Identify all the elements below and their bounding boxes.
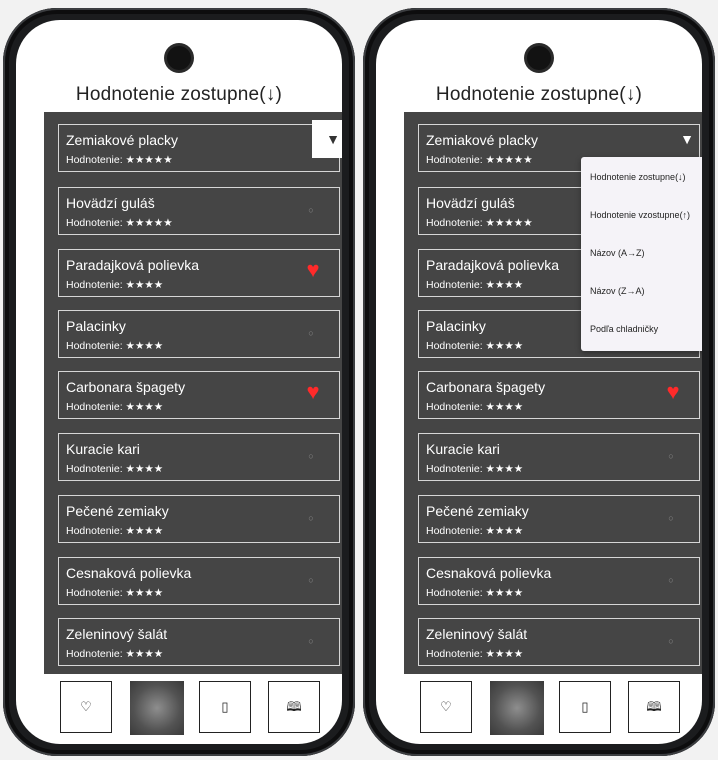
sort-option-fridge[interactable]: Podľa chladničky <box>590 324 658 334</box>
recipe-rating: Hodnotenie: ★★★★ <box>66 587 164 599</box>
sort-option-name-asc[interactable]: Názov (A→Z) <box>590 248 645 258</box>
sort-option-rating-asc[interactable]: Hodnotenie vzostupne(↑) <box>590 210 690 220</box>
recipe-name: Kuracie kari <box>426 441 500 457</box>
list-item[interactable]: Cesnaková polievka Hodnotenie: ★★★★ ○ <box>418 557 700 605</box>
recipe-rating: Hodnotenie: ★★★★ <box>426 525 524 537</box>
fridge-icon: ▯ <box>221 699 229 714</box>
app-screen-right: Hodnotenie zostupne(↓) Zemiakové placky … <box>376 20 702 744</box>
fridge-button[interactable]: ▯ <box>199 681 251 733</box>
list-item[interactable]: Zemiakové placky Hodnotenie: ★★★★★ <box>58 124 340 172</box>
list-item[interactable]: Zeleninový šalát Hodnotenie: ★★★★ ○ <box>58 618 340 666</box>
favorites-button[interactable]: ♡ <box>420 681 472 733</box>
recipe-name: Kuracie kari <box>66 441 140 457</box>
phone-frame-right: Hodnotenie zostupne(↓) Zemiakové placky … <box>363 8 715 756</box>
recipe-name: Zeleninový šalát <box>66 626 168 642</box>
recipe-name: Palacinky <box>66 318 126 334</box>
heart-icon[interactable]: ♥ <box>665 381 681 403</box>
recipe-name: Carbonara špagety <box>66 379 186 395</box>
heart-outline-icon: ♡ <box>80 699 92 714</box>
circle-icon[interactable]: ○ <box>663 448 679 464</box>
recipe-name: Hovädzí guláš <box>426 195 515 211</box>
recipe-name: Cesnaková polievka <box>426 565 552 581</box>
recipe-name: Cesnaková polievka <box>66 565 192 581</box>
recipe-name: Zeleninový šalát <box>426 626 528 642</box>
circle-icon[interactable]: ○ <box>303 448 319 464</box>
camera-notch <box>167 46 191 70</box>
circle-icon[interactable]: ○ <box>663 510 679 526</box>
phone-frame-left: Hodnotenie zostupne(↓) Zemiakové placky … <box>3 8 355 756</box>
recipe-rating: Hodnotenie: ★★★★ <box>426 279 524 291</box>
circle-icon[interactable]: ○ <box>303 202 319 218</box>
list-item[interactable]: Cesnaková polievka Hodnotenie: ★★★★ ○ <box>58 557 340 605</box>
list-item[interactable]: Paradajková polievka Hodnotenie: ★★★★ ♥ <box>58 249 340 297</box>
favorites-button[interactable]: ♡ <box>60 681 112 733</box>
app-screen-left: Hodnotenie zostupne(↓) Zemiakové placky … <box>16 20 342 744</box>
camera-notch <box>527 46 551 70</box>
recipe-rating: Hodnotenie: ★★★★ <box>66 279 164 291</box>
book-icon: 🕮 <box>646 699 662 714</box>
sort-option-rating-desc[interactable]: Hodnotenie zostupne(↓) <box>590 172 686 182</box>
bottom-nav: ♡ ▯ 🕮 <box>376 681 702 737</box>
list-item[interactable]: Pečené zemiaky Hodnotenie: ★★★★ ○ <box>58 495 340 543</box>
recipe-name: Paradajková polievka <box>66 257 200 273</box>
filter-icon[interactable]: ▼ <box>312 120 342 158</box>
sort-dropdown-menu: Hodnotenie zostupne(↓) Hodnotenie vzostu… <box>581 157 702 351</box>
recipe-rating: Hodnotenie: ★★★★★ <box>426 217 533 229</box>
fridge-button[interactable]: ▯ <box>559 681 611 733</box>
list-item[interactable]: Carbonara špagety Hodnotenie: ★★★★ ♥ <box>58 371 340 419</box>
recipe-name: Zemiakové placky <box>426 132 539 148</box>
circle-icon[interactable]: ○ <box>303 633 319 649</box>
recipe-rating: Hodnotenie: ★★★★ <box>426 463 524 475</box>
recipe-name: Paradajková polievka <box>426 257 560 273</box>
list-item[interactable]: Palacinky Hodnotenie: ★★★★ ○ <box>58 310 340 358</box>
filter-icon[interactable]: ▼ <box>666 120 702 158</box>
list-item[interactable]: Carbonara špagety Hodnotenie: ★★★★ ♥ <box>418 371 700 419</box>
circle-icon[interactable]: ○ <box>303 572 319 588</box>
recipe-rating: Hodnotenie: ★★★★ <box>426 401 524 413</box>
circle-icon[interactable]: ○ <box>663 572 679 588</box>
bottom-nav: ♡ ▯ 🕮 <box>16 681 342 737</box>
book-icon: 🕮 <box>286 699 302 714</box>
avatar-button[interactable] <box>130 681 184 735</box>
recipe-rating: Hodnotenie: ★★★★ <box>66 463 164 475</box>
list-item[interactable]: Kuracie kari Hodnotenie: ★★★★ ○ <box>58 433 340 481</box>
page-title: Hodnotenie zostupne(↓) <box>75 84 283 105</box>
heart-outline-icon: ♡ <box>440 699 452 714</box>
sort-option-name-desc[interactable]: Názov (Z→A) <box>590 286 645 296</box>
page-title: Hodnotenie zostupne(↓) <box>435 84 643 105</box>
recipe-rating: Hodnotenie: ★★★★ <box>66 648 164 660</box>
list-item[interactable]: Kuracie kari Hodnotenie: ★★★★ ○ <box>418 433 700 481</box>
fridge-icon: ▯ <box>581 699 589 714</box>
list-item[interactable]: Pečené zemiaky Hodnotenie: ★★★★ ○ <box>418 495 700 543</box>
heart-icon[interactable]: ♥ <box>305 259 321 281</box>
recipe-name: Palacinky <box>426 318 486 334</box>
circle-icon[interactable]: ○ <box>663 633 679 649</box>
recipe-rating: Hodnotenie: ★★★★ <box>426 648 524 660</box>
recipe-name: Carbonara špagety <box>426 379 546 395</box>
recipe-rating: Hodnotenie: ★★★★ <box>426 340 524 352</box>
recipe-list[interactable]: Zemiakové placky Hodnotenie: ★★★★★ ▼ Hov… <box>44 112 342 674</box>
recipe-name: Pečené zemiaky <box>426 503 529 519</box>
list-item[interactable]: Hovädzí guláš Hodnotenie: ★★★★★ ○ <box>58 187 340 235</box>
list-item[interactable]: Zeleninový šalát Hodnotenie: ★★★★ ○ <box>418 618 700 666</box>
circle-icon[interactable]: ○ <box>303 510 319 526</box>
recipes-button[interactable]: 🕮 <box>628 681 680 733</box>
circle-icon[interactable]: ○ <box>303 325 319 341</box>
heart-icon[interactable]: ♥ <box>305 381 321 403</box>
recipe-rating: Hodnotenie: ★★★★ <box>426 587 524 599</box>
recipe-name: Pečené zemiaky <box>66 503 169 519</box>
recipe-rating: Hodnotenie: ★★★★★ <box>66 154 173 166</box>
recipe-name: Zemiakové placky <box>66 132 179 148</box>
avatar-button[interactable] <box>490 681 544 735</box>
recipe-rating: Hodnotenie: ★★★★ <box>66 340 164 352</box>
recipes-button[interactable]: 🕮 <box>268 681 320 733</box>
recipe-rating: Hodnotenie: ★★★★ <box>66 401 164 413</box>
recipe-name: Hovädzí guláš <box>66 195 155 211</box>
recipe-rating: Hodnotenie: ★★★★★ <box>66 217 173 229</box>
recipe-rating: Hodnotenie: ★★★★★ <box>426 154 533 166</box>
recipe-rating: Hodnotenie: ★★★★ <box>66 525 164 537</box>
